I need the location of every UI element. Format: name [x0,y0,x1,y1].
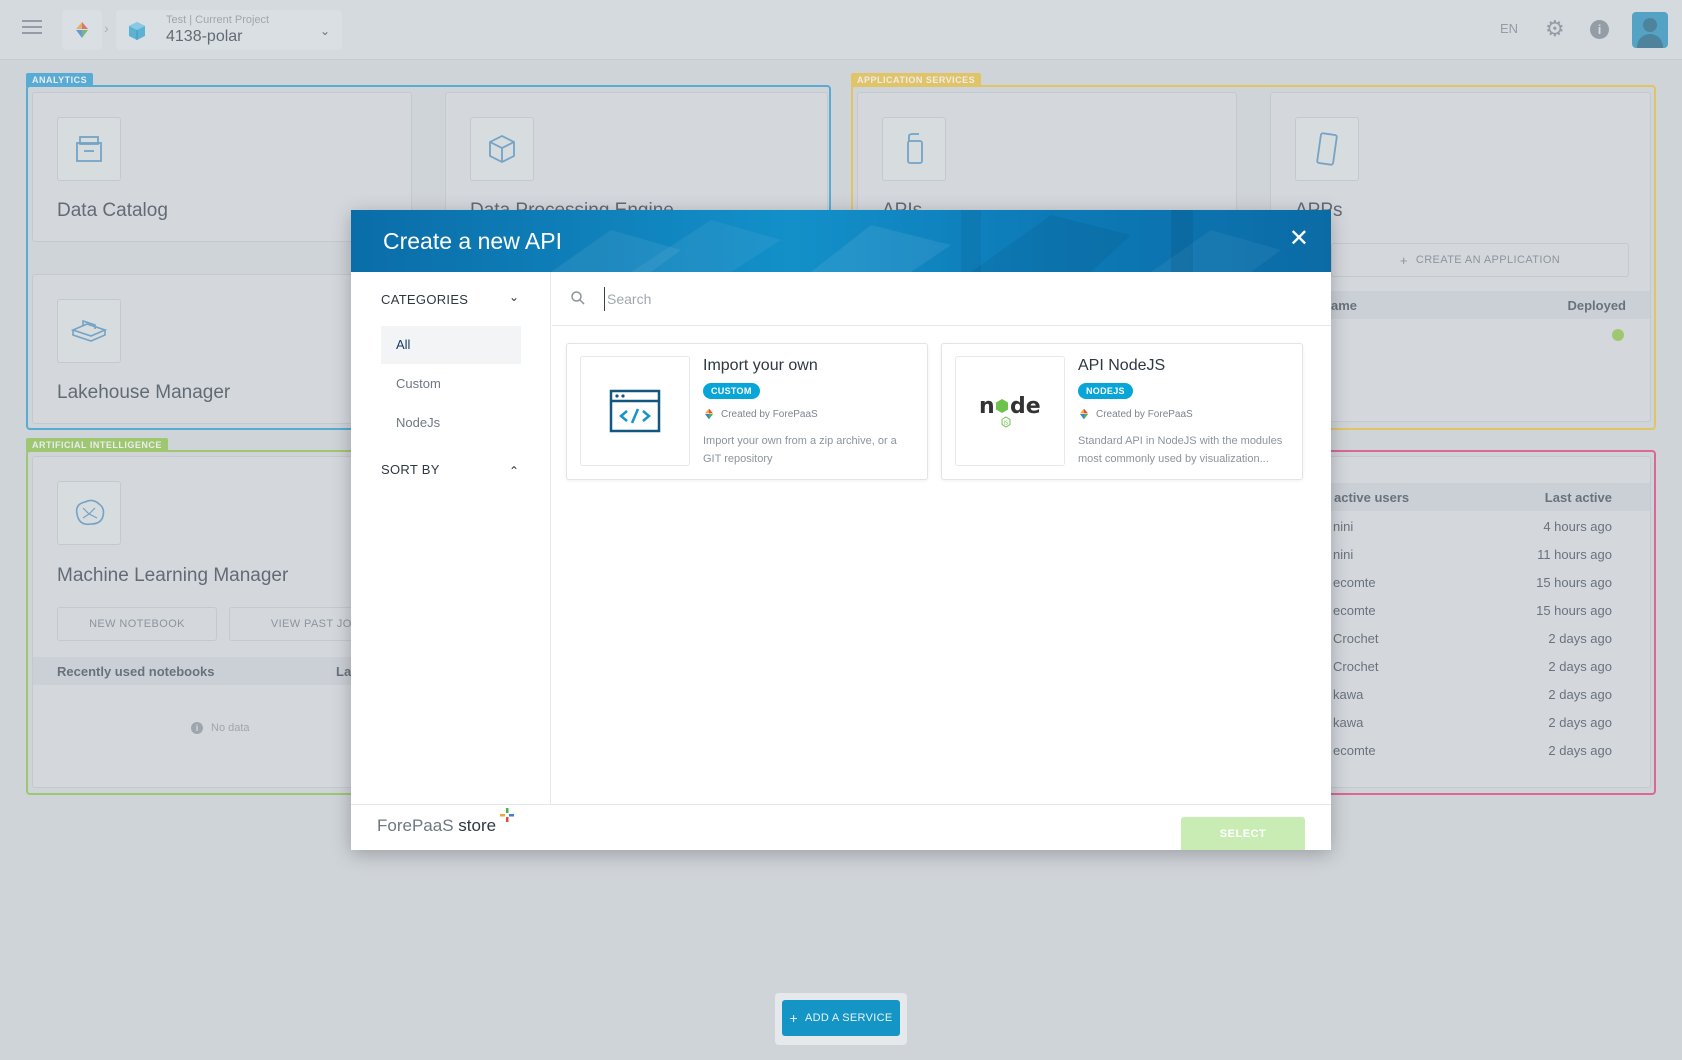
category-all[interactable]: All [381,326,521,364]
modal-header: Create a new API ✕ [351,210,1331,272]
plus-icon: + [789,1010,799,1026]
code-window-icon [580,356,690,466]
sparkle-icon [499,808,514,822]
categories-heading[interactable]: CATEGORIES [381,292,468,307]
store-item-description: Standard API in NodeJS with the modules … [1078,435,1283,465]
store-item-title: Import your own [703,357,818,374]
search-icon [571,291,585,305]
creator-label: Created by ForePaaS [1096,408,1193,420]
forepaas-store-brand: ForePaaS store [377,808,517,836]
store-item-badge: NODEJS [1078,383,1133,399]
svg-text:n: n [979,394,995,419]
nodejs-logo-icon: n de JS [955,356,1065,466]
filter-sidebar: CATEGORIES ⌄ All Custom NodeJs SORT BY ⌃ [351,272,551,804]
svg-text:JS: JS [1003,421,1009,427]
select-button[interactable]: SELECT [1181,817,1305,850]
search-input[interactable] [604,287,1204,311]
chevron-down-icon[interactable]: ⌄ [509,290,519,304]
add-service-label: ADD A SERVICE [805,1012,893,1024]
store-item-import-own[interactable]: Import your own CUSTOM Created by ForePa… [566,343,928,480]
close-icon[interactable]: ✕ [1289,224,1309,253]
category-custom[interactable]: Custom [381,365,521,403]
store-item-description: Import your own from a zip archive, or a… [703,435,897,465]
store-item-api-nodejs[interactable]: n de JS API NodeJS NODEJS Created by For… [941,343,1303,480]
store-item-creator: Created by ForePaaS [1078,408,1193,420]
add-service-button[interactable]: + ADD A SERVICE [782,1000,900,1036]
modal-footer: ForePaaS store SELECT [351,804,1331,850]
chevron-up-icon[interactable]: ⌃ [509,464,519,478]
forepaas-logo-icon [1080,408,1088,420]
modal-title: Create a new API [383,228,562,254]
store-item-title: API NodeJS [1078,357,1166,374]
store-item-creator: Created by ForePaaS [703,408,818,420]
brand-name: ForePaaS [377,816,454,835]
search-bar [552,272,1331,326]
add-service-container: + ADD A SERVICE [775,993,907,1045]
creator-label: Created by ForePaaS [721,408,818,420]
sort-by-heading[interactable]: SORT BY [381,462,440,477]
brand-store: store [458,816,497,835]
category-nodejs[interactable]: NodeJs [381,404,521,442]
svg-text:de: de [1010,394,1041,419]
store-item-badge: CUSTOM [703,383,760,399]
create-api-modal: Create a new API ✕ CATEGORIES ⌄ All Cust… [351,210,1331,850]
forepaas-logo-icon [705,408,713,420]
